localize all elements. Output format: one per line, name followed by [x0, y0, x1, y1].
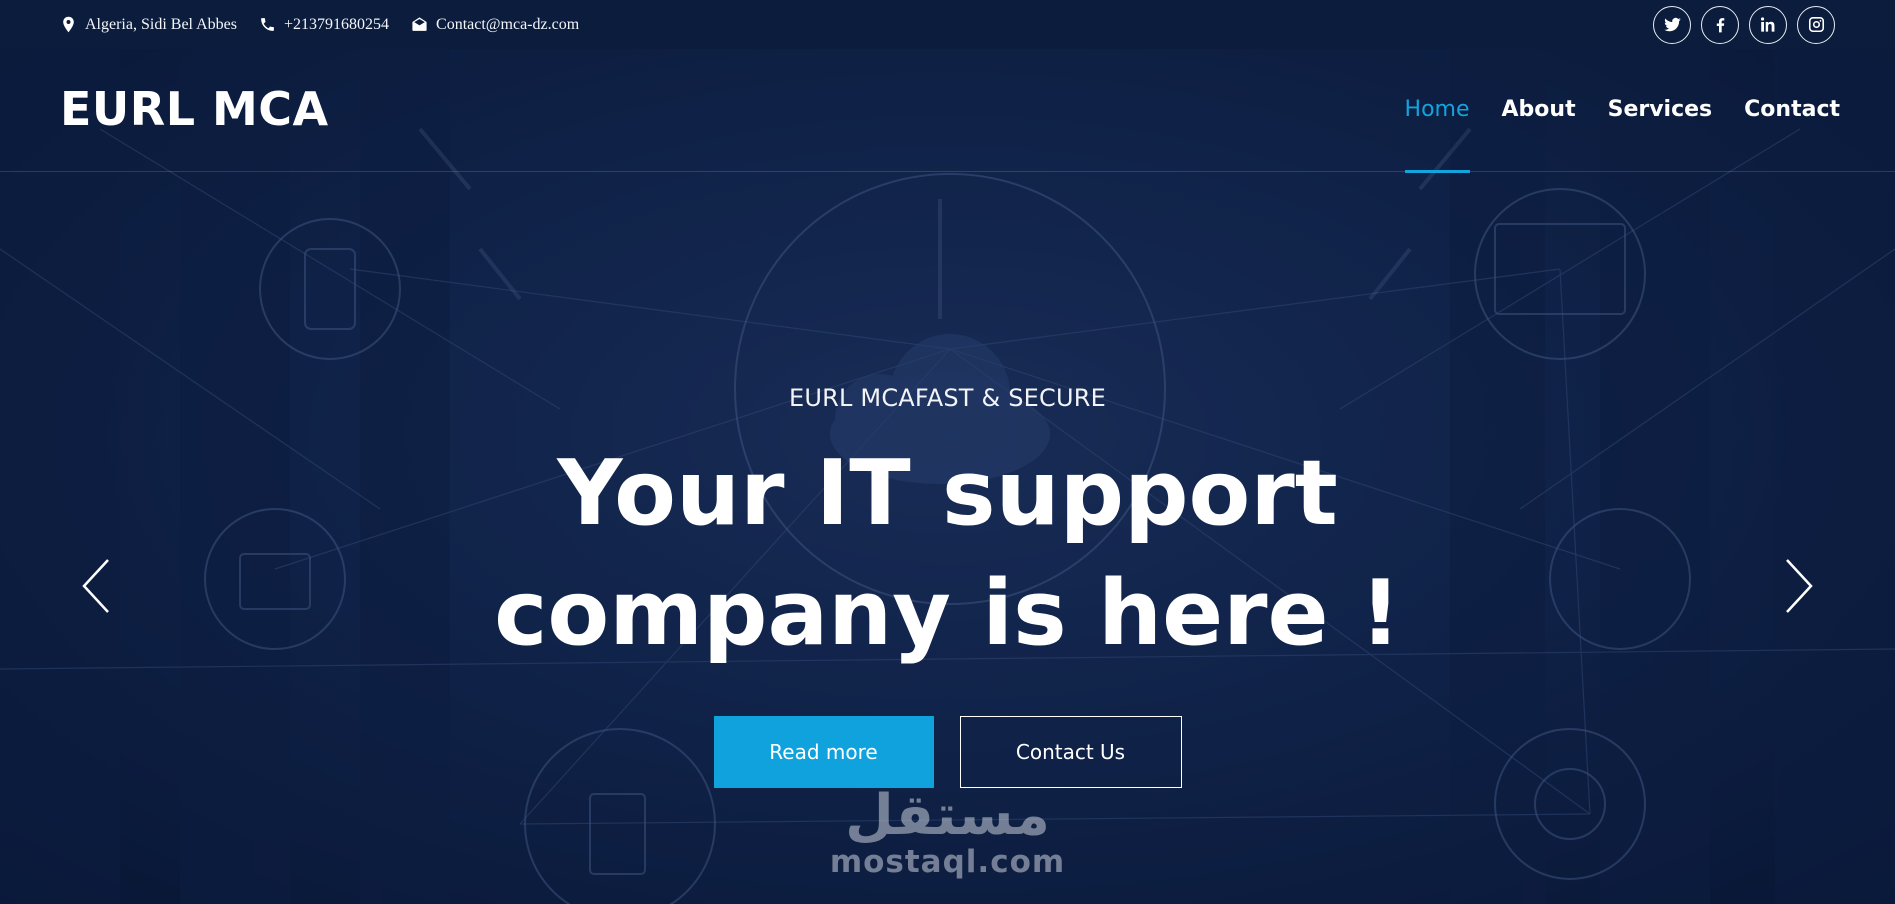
mostaql-watermark: مستقل mostaql.com — [0, 783, 1895, 881]
hero-tagline: EURL MCAFAST & SECURE — [789, 384, 1106, 412]
hero-content: EURL MCAFAST & SECURE Your IT support co… — [0, 384, 1895, 788]
nav-contact[interactable]: Contact — [1744, 49, 1840, 172]
envelope-icon — [411, 16, 428, 33]
facebook-button[interactable] — [1701, 5, 1739, 44]
instagram-icon — [1808, 16, 1824, 33]
facebook-icon — [1716, 18, 1724, 33]
hero-headline-line-1: Your IT support — [557, 441, 1338, 546]
twitter-button[interactable] — [1653, 5, 1691, 44]
instagram-button[interactable] — [1797, 5, 1835, 44]
linkedin-icon — [1760, 17, 1774, 32]
nav-services[interactable]: Services — [1608, 49, 1713, 172]
contact-info: Algeria, Sidi Bel Abbes +213791680254 Co… — [60, 16, 579, 34]
linkedin-button[interactable] — [1749, 5, 1787, 44]
top-bar: Algeria, Sidi Bel Abbes +213791680254 Co… — [0, 0, 1895, 49]
watermark-text: mostaql.com — [829, 844, 1066, 880]
site-logo[interactable]: EURL MCA — [60, 82, 329, 136]
location-text: Algeria, Sidi Bel Abbes — [85, 15, 237, 33]
email-text[interactable]: Contact@mca-dz.com — [436, 16, 579, 34]
nav-about[interactable]: About — [1502, 49, 1576, 172]
location-item: Algeria, Sidi Bel Abbes — [60, 16, 237, 34]
nav-home[interactable]: Home — [1404, 49, 1470, 173]
watermark-arabic-logo: مستقل — [845, 783, 1050, 848]
read-more-button[interactable]: Read more — [713, 716, 934, 788]
hero-section: EURL MCA Home About Services Contact EUR… — [0, 49, 1895, 904]
phone-item[interactable]: +213791680254 — [259, 16, 389, 34]
phone-text[interactable]: +213791680254 — [284, 16, 389, 34]
nav-menu: Home About Services Contact — [1404, 49, 1840, 173]
contact-us-button[interactable]: Contact Us — [959, 716, 1182, 788]
hero-headline: Your IT support company is here ! — [0, 434, 1895, 674]
hero-headline-line-2: company is here ! — [494, 561, 1401, 666]
map-pin-icon — [60, 16, 77, 33]
phone-icon — [259, 16, 276, 33]
twitter-icon — [1663, 17, 1681, 32]
social-links — [1653, 5, 1835, 44]
main-navbar: EURL MCA Home About Services Contact — [0, 49, 1895, 173]
email-item[interactable]: Contact@mca-dz.com — [411, 16, 579, 34]
hero-buttons: Read more Contact Us — [0, 716, 1895, 788]
